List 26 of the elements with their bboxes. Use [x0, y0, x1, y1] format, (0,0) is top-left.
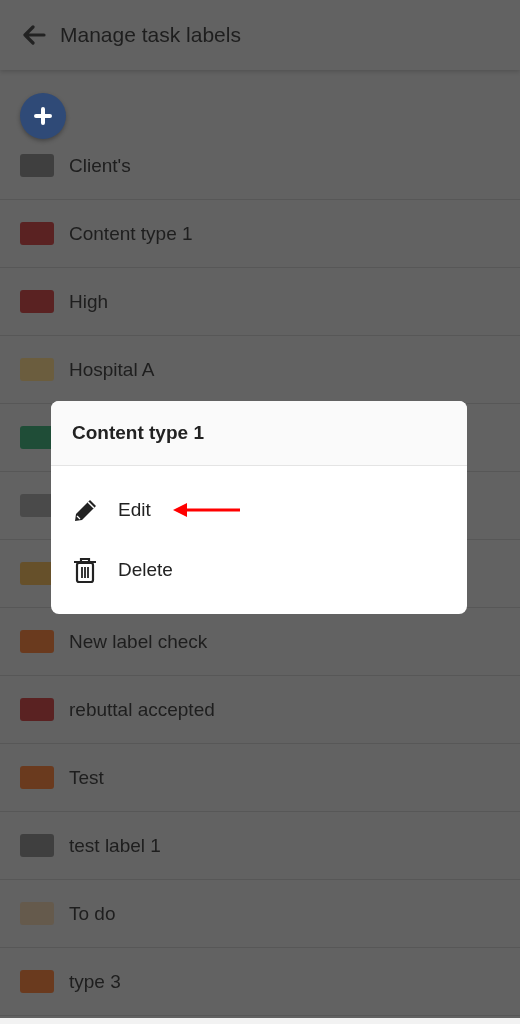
label-row[interactable]: rebuttal accepted	[0, 676, 520, 744]
back-button[interactable]	[22, 24, 48, 46]
menu-item[interactable]: Edit	[116, 495, 153, 525]
add-button[interactable]	[20, 93, 66, 139]
screen-title: Manage task labels	[60, 23, 241, 47]
label-name: Content type 1	[69, 222, 193, 245]
label-row[interactable]: type 3	[0, 948, 520, 1016]
label-row[interactable]: Test	[0, 744, 520, 812]
menu-item[interactable]: Delete	[116, 555, 175, 585]
label-name: Hospital A	[69, 358, 155, 381]
back-arrow-icon	[22, 25, 46, 45]
label-row[interactable]: To do	[0, 880, 520, 948]
label-name: Test	[69, 766, 104, 789]
label-name: To do	[69, 902, 116, 925]
dialog-title: Content type 1	[72, 422, 204, 444]
label-name: New label check	[69, 630, 208, 653]
label-name: High	[69, 290, 109, 313]
plus-icon	[33, 106, 53, 126]
label-name: type 3	[69, 970, 121, 993]
label-row[interactable]: test label 1	[0, 812, 520, 880]
label-row[interactable]: Content type 1	[0, 200, 520, 268]
label-name: test label 1	[69, 834, 161, 857]
label-row[interactable]: High	[0, 268, 520, 336]
label-name: rebuttal accepted	[69, 698, 215, 721]
label-row[interactable]: Client's	[0, 132, 520, 200]
label-name: Client's	[69, 154, 131, 177]
